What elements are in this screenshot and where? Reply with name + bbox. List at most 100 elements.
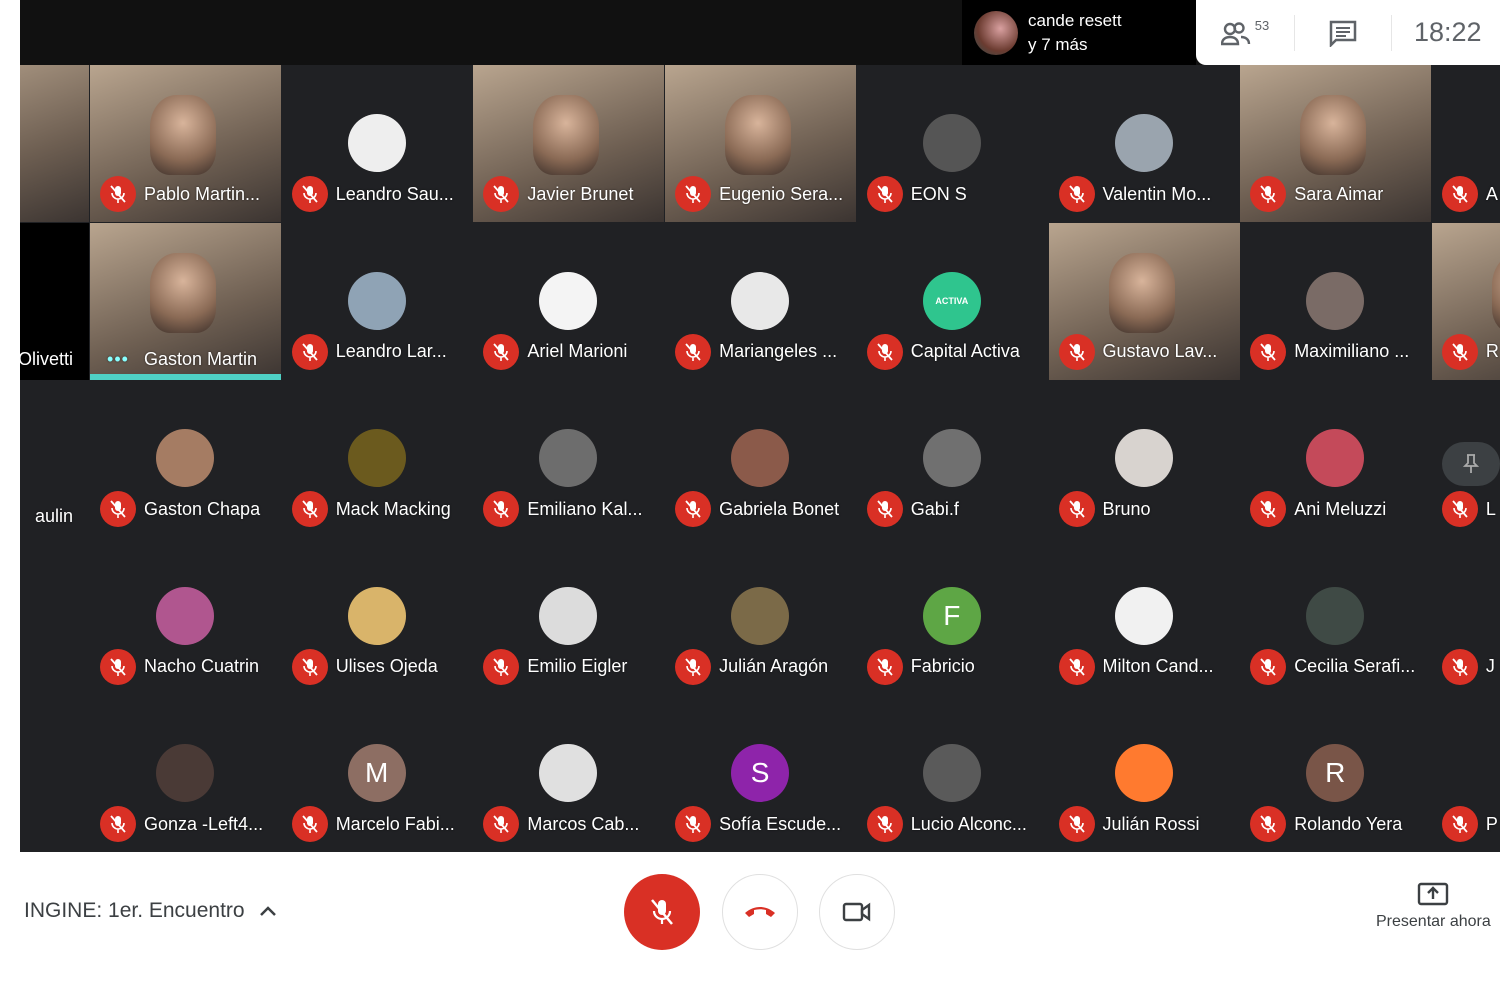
participant-tile[interactable]: Pablo Martin... <box>90 65 281 222</box>
participant-tile[interactable]: ••• Gaston Martin <box>90 222 281 380</box>
participant-name: Capital Activa <box>910 341 1020 361</box>
participant-tile[interactable]: Emiliano Kal... <box>473 380 664 537</box>
participant-tile[interactable]: Mariangeles ... <box>665 223 856 380</box>
participant-tile[interactable]: Julián Rossi <box>1049 695 1240 852</box>
participant-label: Julián Rossi <box>1058 806 1200 842</box>
avatar <box>1114 429 1173 487</box>
mic-off-icon <box>493 500 510 518</box>
speaker-more: y 7 más <box>1028 34 1088 54</box>
participant-tile[interactable]: Lucio Alconc... <box>857 695 1048 852</box>
participant-tile[interactable] <box>20 65 89 222</box>
avatar <box>156 429 214 487</box>
camera-toggle-button[interactable] <box>819 874 895 950</box>
mic-off-icon <box>302 657 318 676</box>
participant-tile[interactable]: Ulises Ojeda <box>282 538 473 695</box>
participant-tile[interactable]: F Fabricio <box>857 538 1048 695</box>
meeting-details-button[interactable]: INGINE: 1er. Encuentro <box>24 899 277 923</box>
participant-tile[interactable]: Mack Macking <box>282 380 473 537</box>
participant-tile[interactable]: Eugenio Sera... <box>665 65 857 222</box>
participant-label: Cecilia Serafi... <box>1250 648 1416 685</box>
mic-off-icon <box>110 657 126 676</box>
muted-indicator <box>866 806 903 842</box>
participant-tile[interactable]: Javier Brunet <box>473 65 665 222</box>
avatar <box>539 744 598 802</box>
participant-video <box>1108 252 1175 333</box>
participant-tile[interactable] <box>20 695 89 852</box>
muted-indicator <box>1250 648 1287 685</box>
participant-tile[interactable]: Leandro Sau... <box>282 65 473 222</box>
participant-tile[interactable]: Maximiliano ... <box>1240 223 1431 380</box>
muted-indicator <box>1058 491 1095 527</box>
participant-video <box>150 252 216 333</box>
participant-name: Maximiliano ... <box>1294 341 1410 361</box>
participant-tile[interactable]: L <box>1432 380 1500 537</box>
participant-tile[interactable]: Bruno <box>1049 380 1240 537</box>
participant-tile[interactable]: Gonza -Left4... <box>90 695 281 852</box>
participant-name: Marcos Cab... <box>527 813 640 834</box>
present-now-button[interactable]: Presentar ahora <box>1376 882 1491 931</box>
participant-label: P <box>1441 806 1498 842</box>
participant-tile[interactable]: Olivetti <box>20 222 89 380</box>
participant-label: L <box>1441 491 1496 527</box>
participant-tile[interactable]: Marcos Cab... <box>473 695 664 852</box>
participant-name: Cecilia Serafi... <box>1294 656 1416 676</box>
present-label: Presentar ahora <box>1376 913 1491 930</box>
participant-label: Ariel Marioni <box>483 333 627 370</box>
pin-button[interactable] <box>1441 442 1500 486</box>
participant-tile[interactable]: Gabriela Bonet <box>665 380 856 537</box>
participant-tile[interactable]: Nacho Cuatrin <box>90 538 281 695</box>
participant-tile[interactable]: P <box>1432 695 1500 852</box>
participant-tile[interactable]: Gaston Chapa <box>90 380 281 537</box>
participant-label: Maximiliano ... <box>1250 333 1410 370</box>
muted-indicator <box>1441 806 1478 842</box>
participant-name: Gonza -Left4... <box>144 813 264 834</box>
participant-name: Gaston Martin <box>144 348 258 369</box>
participants-button[interactable]: 53 <box>1196 0 1294 65</box>
participant-tile[interactable]: A <box>1432 65 1500 222</box>
participant-tile[interactable] <box>20 538 89 695</box>
chat-button[interactable] <box>1295 0 1391 65</box>
participant-tile[interactable]: Sara Aimar <box>1240 65 1432 222</box>
participant-tile[interactable]: Julián Aragón <box>665 538 856 695</box>
mic-off-icon <box>1452 185 1468 203</box>
participant-tile[interactable]: EON S <box>857 65 1048 222</box>
participant-tile[interactable]: Ariel Marioni <box>473 223 664 380</box>
participant-tile[interactable]: aulin <box>20 380 89 537</box>
participant-tile[interactable]: Valentin Mo... <box>1049 65 1240 222</box>
participant-label: Julián Aragón <box>675 648 828 685</box>
participant-video <box>1300 95 1367 175</box>
participant-tile[interactable]: S Sofía Escude... <box>665 695 856 852</box>
participant-tile[interactable]: Gustavo Lav... <box>1048 222 1240 380</box>
participant-tile[interactable]: Milton Cand... <box>1049 538 1240 695</box>
muted-indicator <box>291 806 328 842</box>
participant-tile[interactable]: Ani Meluzzi <box>1240 380 1431 537</box>
participant-tile[interactable]: ACTIVA Capital Activa <box>857 223 1048 380</box>
participant-name: Pablo Martin... <box>144 183 261 204</box>
leave-call-button[interactable] <box>722 874 798 950</box>
camera-icon <box>842 902 871 922</box>
participant-name: Javier Brunet <box>527 183 634 204</box>
avatar <box>731 586 790 645</box>
active-speakers-indicator[interactable]: cande resett y 7 más <box>962 0 1196 65</box>
avatar: S <box>731 744 790 802</box>
participant-tile[interactable]: Gabi.f <box>857 380 1048 537</box>
participant-tile[interactable]: Emilio Eigler <box>473 538 664 695</box>
muted-indicator <box>675 176 712 212</box>
participant-tile[interactable]: Leandro Lar... <box>282 223 473 380</box>
participant-tile[interactable]: J <box>1432 538 1500 695</box>
participants-count: 53 <box>1254 18 1270 33</box>
participant-tile[interactable]: R Rolando Yera <box>1240 695 1431 852</box>
avatar <box>539 271 598 330</box>
participant-tile[interactable]: Cecilia Serafi... <box>1240 538 1431 695</box>
microphone-toggle-button[interactable] <box>624 874 700 950</box>
participant-tile[interactable]: M Marcelo Fabi... <box>282 695 473 852</box>
speaking-bar <box>90 373 281 380</box>
participant-name: Fabricio <box>910 656 975 676</box>
avatar <box>347 271 406 330</box>
participant-label: Gabi.f <box>866 491 959 527</box>
participant-name: Lucio Alconc... <box>910 813 1027 834</box>
participant-label: Gonza -Left4... <box>100 806 263 842</box>
participant-tile[interactable]: R <box>1431 222 1500 380</box>
participant-label: Milton Cand... <box>1058 648 1214 685</box>
muted-indicator <box>1441 491 1478 527</box>
